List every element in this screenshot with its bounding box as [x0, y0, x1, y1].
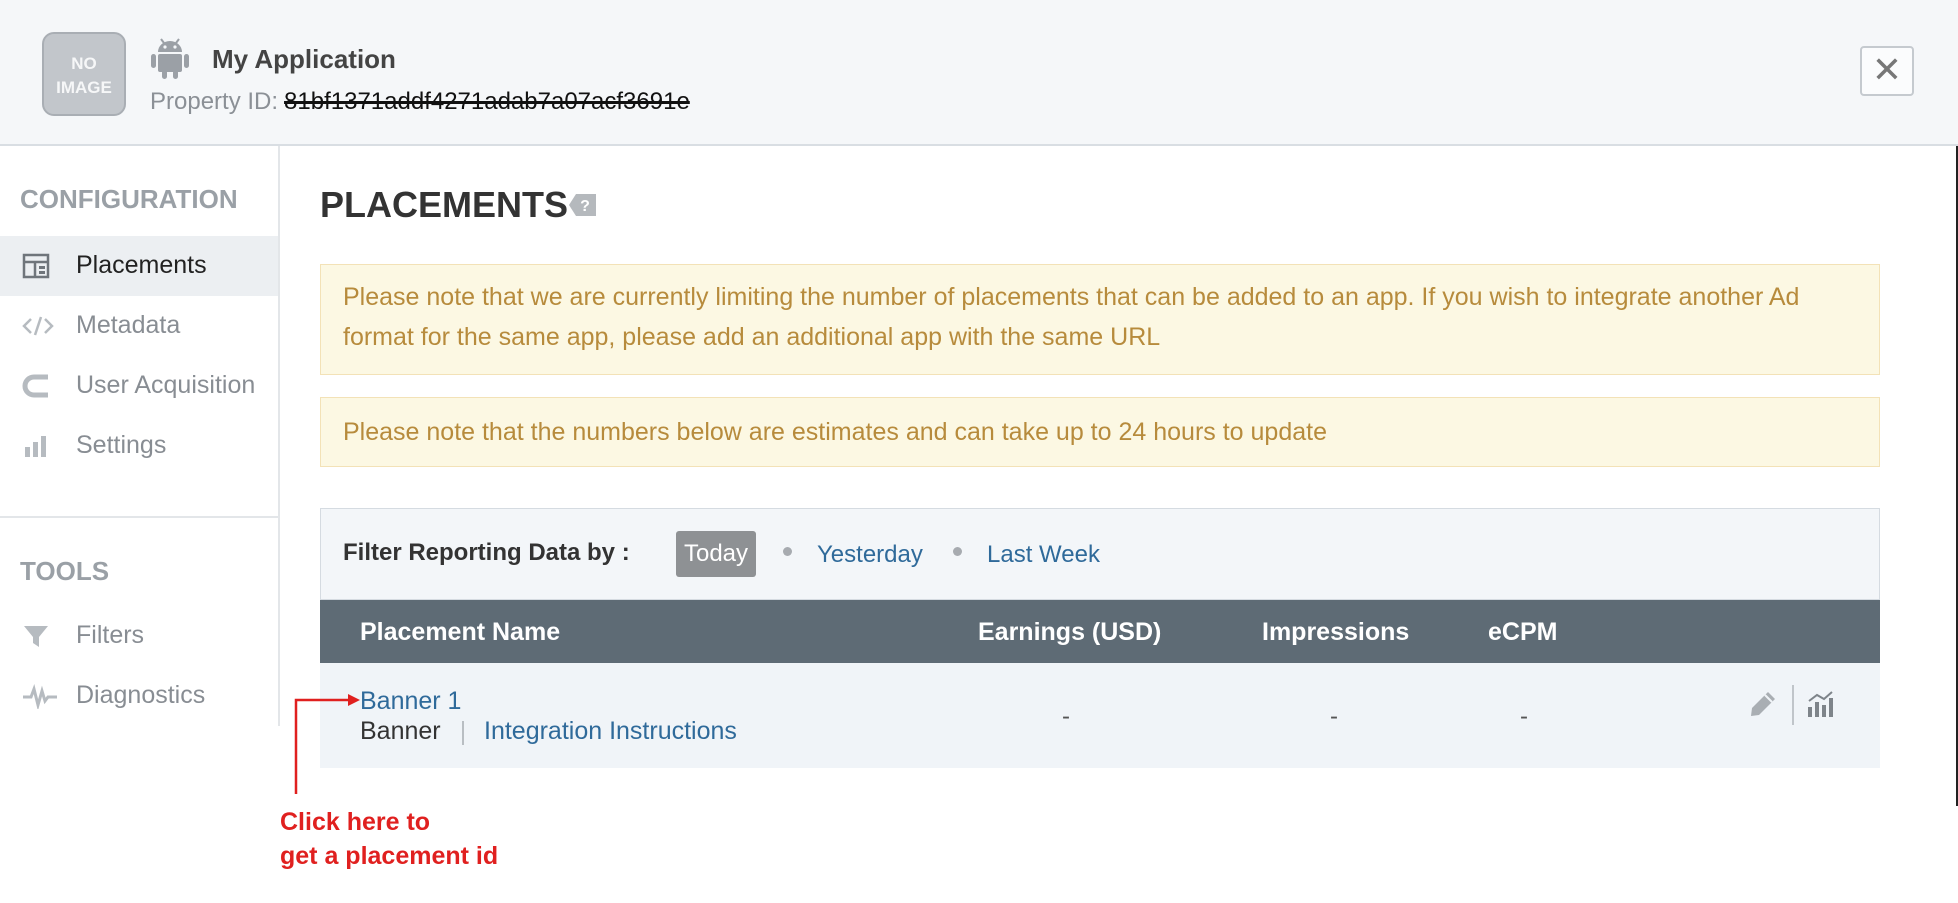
sidebar-item-placements[interactable]: Placements — [0, 236, 278, 296]
notice-estimates: Please note that the numbers below are e… — [320, 397, 1880, 467]
sidebar-item-label: Placements — [76, 251, 207, 279]
sidebar-item-diagnostics[interactable]: Diagnostics — [0, 666, 278, 726]
sidebar-item-label: User Acquisition — [76, 371, 256, 399]
column-earnings: Earnings (USD) — [978, 618, 1162, 646]
sidebar-item-user-acquisition[interactable]: User Acquisition — [0, 356, 278, 416]
column-placement-name: Placement Name — [360, 618, 561, 646]
magnet-icon — [22, 374, 48, 398]
android-icon — [151, 38, 189, 79]
bar-chart-icon — [25, 436, 46, 457]
app-header: NO IMAGE My Application Property ID: 81bf… — [0, 0, 1958, 146]
sidebar-item-label: Filters — [76, 621, 145, 649]
svg-text:?: ? — [580, 198, 590, 215]
integration-instructions-link[interactable]: Integration Instructions — [484, 717, 737, 746]
earnings-value: - — [1062, 703, 1070, 730]
separator-dot — [783, 547, 792, 556]
annotation-callout: Click here to get a placement id — [280, 805, 498, 873]
sidebar-item-label: Settings — [76, 431, 167, 459]
stats-icon[interactable] — [1806, 689, 1836, 719]
thumb-text: NO IMAGE — [56, 54, 112, 97]
column-ecpm: eCPM — [1488, 618, 1558, 646]
app-thumbnail: NO IMAGE — [42, 32, 126, 116]
code-icon — [22, 316, 54, 336]
separator-dot — [953, 547, 962, 556]
table-header: Placement Name Earnings (USD) Impression… — [320, 600, 1880, 663]
filter-yesterday-link[interactable]: Yesterday — [817, 541, 923, 569]
app-name: My Application — [212, 44, 396, 74]
property-id-value: 81bf1371addf4271adab7a07acf3691e — [284, 88, 690, 115]
placements-icon — [22, 253, 50, 279]
annotation-line-2: get a placement id — [280, 842, 499, 870]
filter-last-week-link[interactable]: Last Week — [987, 541, 1100, 569]
notice-placement-limit: Please note that we are currently limiti… — [320, 264, 1880, 375]
filter-label: Filter Reporting Data by : — [343, 539, 630, 566]
property-id-label: Property ID: — [150, 88, 279, 115]
type-separator — [462, 721, 464, 745]
page-title: PLACEMENTS — [320, 184, 569, 225]
funnel-icon — [24, 626, 48, 647]
impressions-value: - — [1330, 703, 1338, 730]
sidebar-item-label: Metadata — [76, 311, 181, 339]
section-configuration-title: CONFIGURATION — [20, 184, 238, 214]
sidebar-divider — [0, 516, 278, 518]
action-separator — [1792, 685, 1794, 725]
sidebar-item-label: Diagnostics — [76, 681, 206, 709]
filter-bar: Filter Reporting Data by : Today Yesterd… — [320, 508, 1880, 600]
help-icon[interactable]: ? — [568, 192, 598, 218]
property-id-row: Property ID: 81bf1371addf4271adab7a07acf3… — [150, 88, 690, 116]
placement-type: Banner — [360, 717, 441, 745]
pencil-icon[interactable] — [1748, 689, 1778, 719]
close-icon: ✕ — [1871, 49, 1903, 90]
sidebar-item-filters[interactable]: Filters — [0, 606, 278, 666]
filter-today-button[interactable]: Today — [676, 531, 756, 577]
sidebar: CONFIGURATION Placements Metadata User A… — [0, 146, 280, 726]
close-button[interactable]: ✕ — [1860, 46, 1914, 96]
section-tools-title: TOOLS — [20, 556, 110, 586]
sidebar-item-settings[interactable]: Settings — [0, 416, 278, 476]
ecpm-value: - — [1520, 703, 1528, 730]
table-row: Banner 1 Banner Integration Instructions… — [320, 663, 1880, 768]
column-impressions: Impressions — [1262, 618, 1410, 646]
annotation-arrow — [294, 694, 360, 794]
placement-name-link[interactable]: Banner 1 — [360, 687, 461, 716]
sidebar-item-metadata[interactable]: Metadata — [0, 296, 278, 356]
annotation-line-1: Click here to — [280, 808, 431, 836]
pulse-icon — [23, 683, 57, 709]
